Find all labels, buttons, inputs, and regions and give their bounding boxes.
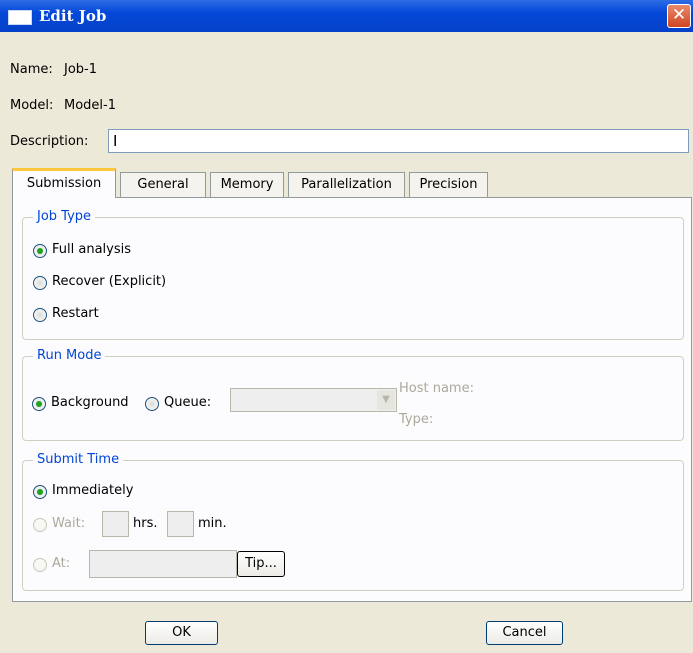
full-analysis-radio[interactable] [33, 244, 47, 258]
description-label: Description: [10, 134, 89, 149]
model-label: Model: [10, 98, 54, 113]
chevron-down-icon[interactable]: ▼ [377, 390, 395, 410]
text-cursor-icon: I [113, 132, 118, 150]
window-title: Edit Job [39, 7, 107, 25]
tab-memory[interactable]: Memory [210, 172, 284, 197]
wait-label: Wait: [52, 516, 86, 531]
job-type-title: Job Type [33, 209, 96, 224]
run-mode-title: Run Mode [33, 348, 106, 363]
name-label: Name: [10, 62, 53, 77]
window-icon [8, 10, 32, 25]
queue-label[interactable]: Queue: [164, 395, 211, 410]
immediately-radio[interactable] [33, 485, 47, 499]
tab-general[interactable]: General [120, 172, 206, 197]
name-value: Job-1 [64, 62, 98, 77]
ok-button[interactable]: OK [145, 621, 218, 645]
wait-minutes-field [167, 511, 194, 537]
hrs-label: hrs. [133, 516, 158, 531]
tip-button[interactable]: Tip... [237, 551, 285, 577]
background-label[interactable]: Background [51, 395, 129, 410]
at-time-field [89, 550, 237, 578]
min-label: min. [198, 516, 227, 531]
close-button[interactable]: ✕ [667, 4, 691, 28]
submit-time-title: Submit Time [33, 452, 124, 467]
model-value: Model-1 [64, 98, 116, 113]
at-radio [33, 558, 47, 572]
immediately-label[interactable]: Immediately [52, 483, 133, 498]
tab-precision[interactable]: Precision [409, 172, 488, 197]
cancel-button[interactable]: Cancel [486, 621, 563, 645]
queue-radio[interactable] [145, 397, 159, 411]
queue-select[interactable]: ▼ [230, 388, 397, 412]
restart-radio[interactable] [33, 308, 47, 322]
tab-parallelization[interactable]: Parallelization [288, 172, 405, 197]
recover-explicit-label[interactable]: Recover (Explicit) [52, 274, 166, 289]
title-bar[interactable]: Edit Job ✕ [0, 0, 693, 32]
tab-submission[interactable]: Submission [12, 168, 116, 198]
wait-hours-field [102, 511, 129, 537]
background-radio[interactable] [32, 397, 46, 411]
wait-radio [33, 518, 47, 532]
restart-label[interactable]: Restart [52, 306, 99, 321]
recover-explicit-radio[interactable] [33, 276, 47, 290]
at-label: At: [52, 556, 71, 571]
description-input[interactable]: I [108, 129, 689, 153]
full-analysis-label[interactable]: Full analysis [52, 242, 131, 257]
type-label: Type: [399, 412, 434, 427]
host-name-label: Host name: [399, 381, 474, 396]
